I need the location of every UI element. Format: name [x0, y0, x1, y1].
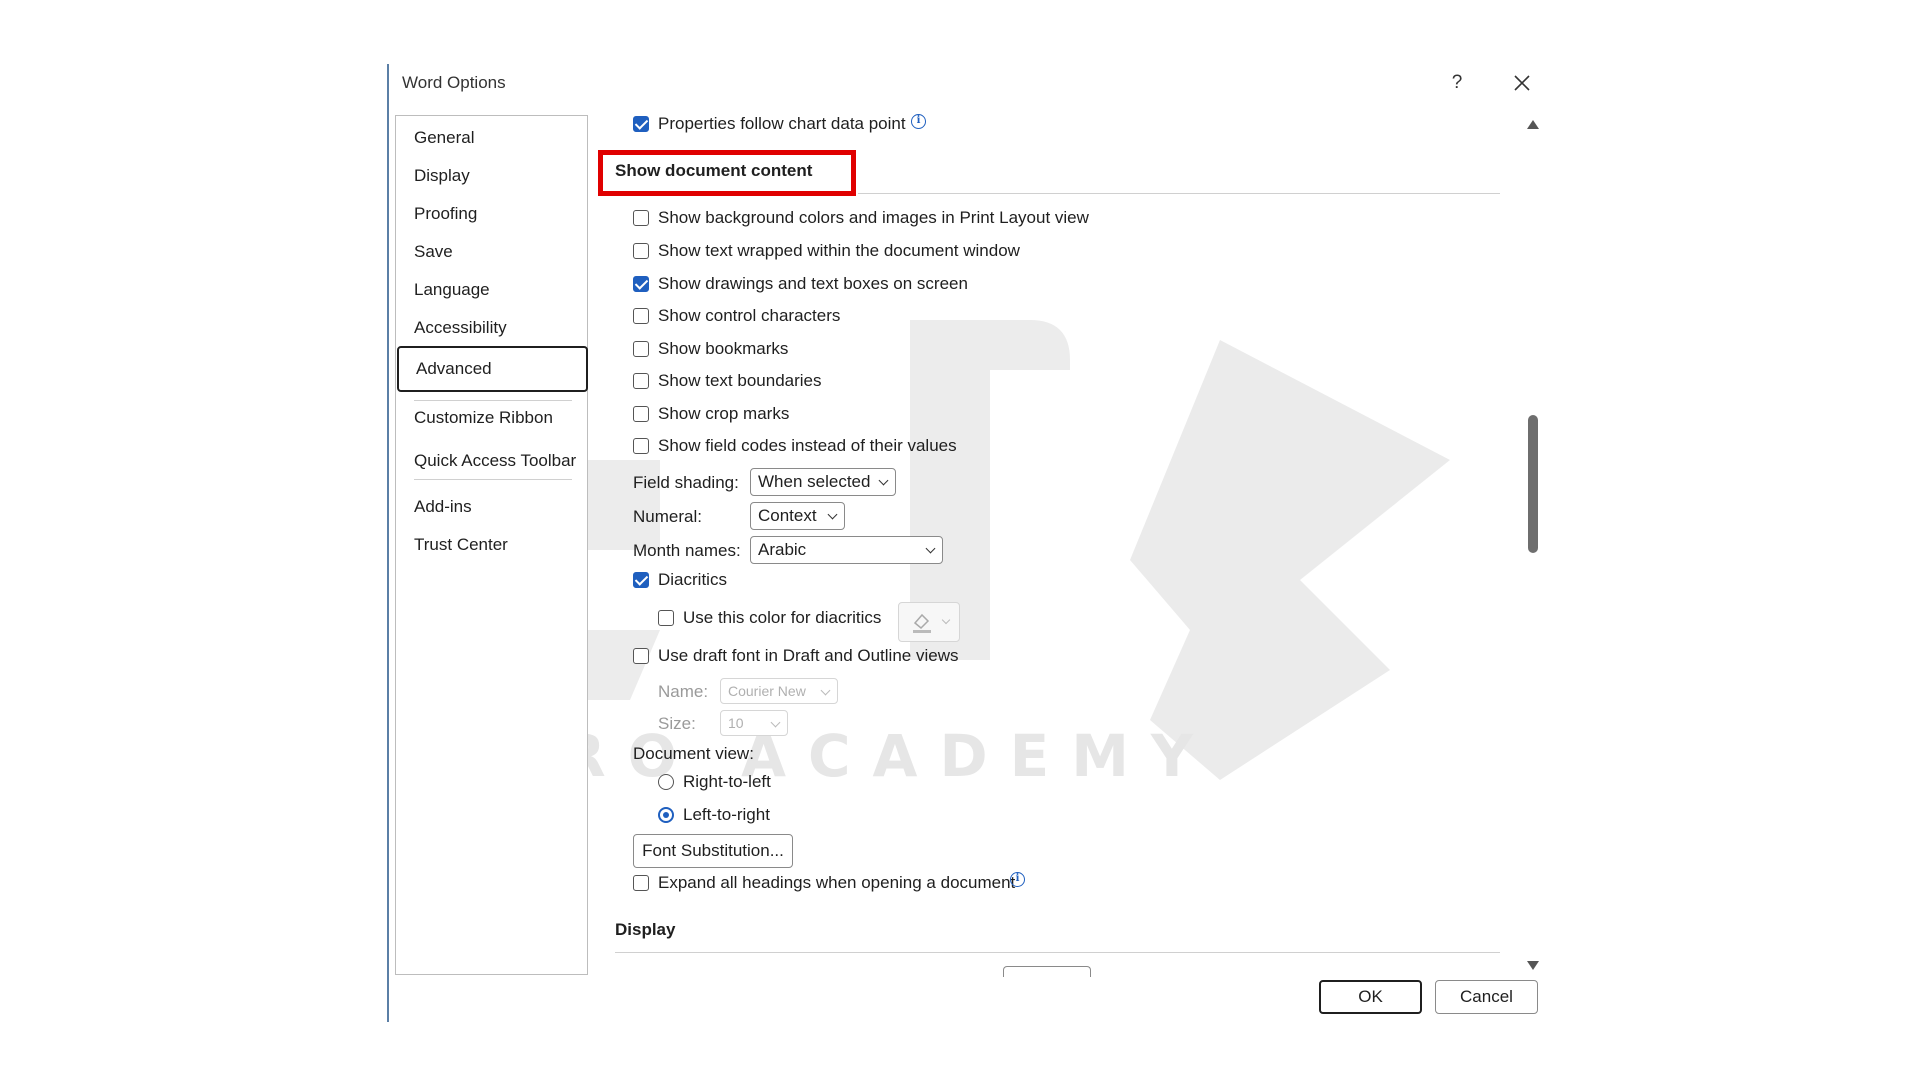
show-bookmarks-label: Show bookmarks: [658, 339, 789, 358]
sidebar-item-advanced[interactable]: Advanced: [397, 346, 588, 392]
sidebar-item-accessibility[interactable]: Accessibility: [414, 318, 507, 338]
numeral-select[interactable]: Context: [750, 502, 845, 530]
show-control-characters-checkbox[interactable]: [633, 308, 649, 324]
show-crop-marks-checkbox[interactable]: [633, 406, 649, 422]
sidebar-item-customize-ribbon[interactable]: Customize Ribbon: [414, 408, 553, 428]
chevron-down-icon: [827, 509, 838, 520]
numeral-value: Context: [758, 506, 817, 525]
paint-bucket-icon: [913, 613, 931, 633]
scroll-up-arrow[interactable]: [1527, 120, 1539, 129]
sidebar-item-add-ins[interactable]: Add-ins: [414, 497, 472, 517]
sidebar-item-trust-center[interactable]: Trust Center: [414, 535, 508, 555]
watermark-logo: [450, 320, 1450, 780]
dialog-edge: [387, 64, 389, 1022]
highlight-box: [598, 150, 856, 196]
show-drawings-label: Show drawings and text boxes on screen: [658, 274, 968, 293]
right-to-left-label: Right-to-left: [683, 772, 771, 791]
chevron-down-icon: [770, 717, 781, 728]
chevron-down-icon: [820, 685, 831, 696]
help-button[interactable]: ?: [1437, 63, 1477, 103]
show-text-boundaries-checkbox[interactable]: [633, 373, 649, 389]
sidebar-item-quick-access-toolbar[interactable]: Quick Access Toolbar: [414, 451, 576, 471]
draft-font-checkbox[interactable]: [633, 648, 649, 664]
month-names-select[interactable]: Arabic: [750, 536, 943, 564]
left-to-right-radio[interactable]: [658, 807, 674, 823]
sidebar-item-proofing[interactable]: Proofing: [414, 204, 477, 224]
show-control-characters-label: Show control characters: [658, 306, 841, 325]
show-field-codes-label: Show field codes instead of their values: [658, 436, 957, 455]
draft-size-select[interactable]: 10: [720, 710, 788, 736]
field-shading-select[interactable]: When selected: [750, 468, 896, 496]
show-text-boundaries-label: Show text boundaries: [658, 371, 822, 390]
scrollbar-thumb[interactable]: [1528, 415, 1538, 553]
right-to-left-radio[interactable]: [658, 774, 674, 790]
expand-headings-checkbox[interactable]: [633, 875, 649, 891]
properties-follow-chart-checkbox[interactable]: [633, 116, 649, 132]
draft-font-label: Use draft font in Draft and Outline view…: [658, 646, 959, 665]
document-view-label: Document view:: [633, 744, 754, 763]
draft-name-value: Courier New: [728, 683, 806, 699]
chevron-down-icon: [941, 615, 951, 625]
font-substitution-button[interactable]: Font Substitution...: [633, 834, 793, 868]
show-text-wrapped-checkbox[interactable]: [633, 243, 649, 259]
section-divider: [858, 193, 1500, 194]
sidebar-separator: [414, 479, 572, 480]
sidebar-item-general[interactable]: General: [414, 128, 474, 148]
chevron-down-icon: [878, 475, 889, 486]
properties-follow-chart-label: Properties follow chart data point: [658, 114, 906, 133]
expand-headings-label: Expand all headings when opening a docum…: [658, 873, 1016, 892]
show-field-codes-checkbox[interactable]: [633, 438, 649, 454]
diacritics-color-checkbox[interactable]: [658, 610, 674, 626]
show-background-colors-label: Show background colors and images in Pri…: [658, 208, 1089, 227]
show-drawings-checkbox[interactable]: [633, 276, 649, 292]
sidebar-item-display[interactable]: Display: [414, 166, 470, 186]
draft-size-label: Size:: [658, 714, 696, 733]
chevron-down-icon: [925, 543, 936, 554]
diacritics-label: Diacritics: [658, 570, 727, 589]
spinner-partial[interactable]: [1003, 966, 1091, 977]
cancel-button[interactable]: Cancel: [1435, 980, 1538, 1014]
show-bookmarks-checkbox[interactable]: [633, 341, 649, 357]
draft-size-value: 10: [728, 715, 744, 731]
close-button[interactable]: [1502, 63, 1542, 103]
show-crop-marks-label: Show crop marks: [658, 404, 790, 423]
show-text-wrapped-label: Show text wrapped within the document wi…: [658, 241, 1020, 260]
diacritics-color-label: Use this color for diacritics: [683, 608, 882, 627]
month-names-label: Month names:: [633, 541, 741, 560]
left-to-right-label: Left-to-right: [683, 805, 770, 824]
close-icon: [1514, 75, 1530, 91]
ok-button[interactable]: OK: [1319, 980, 1422, 1014]
numeral-label: Numeral:: [633, 507, 702, 526]
draft-name-select[interactable]: Courier New: [720, 678, 838, 704]
draft-name-label: Name:: [658, 682, 709, 701]
scroll-down-arrow[interactable]: [1527, 961, 1539, 970]
sidebar-separator: [414, 400, 572, 401]
show-background-colors-checkbox[interactable]: [633, 210, 649, 226]
dialog-title: Word Options: [402, 73, 506, 92]
field-shading-label: Field shading:: [633, 473, 739, 492]
options-sidebar: General Display Proofing Save Language A…: [395, 115, 588, 975]
diacritics-color-picker[interactable]: [898, 602, 960, 642]
sidebar-item-language[interactable]: Language: [414, 280, 490, 300]
diacritics-checkbox[interactable]: [633, 572, 649, 588]
section-title-display: Display: [615, 920, 676, 939]
month-names-value: Arabic: [758, 540, 807, 559]
field-shading-value: When selected: [758, 472, 871, 491]
section-divider: [615, 952, 1500, 953]
sidebar-item-save[interactable]: Save: [414, 242, 453, 262]
info-icon[interactable]: i: [911, 114, 926, 129]
info-icon[interactable]: i: [1010, 872, 1025, 887]
